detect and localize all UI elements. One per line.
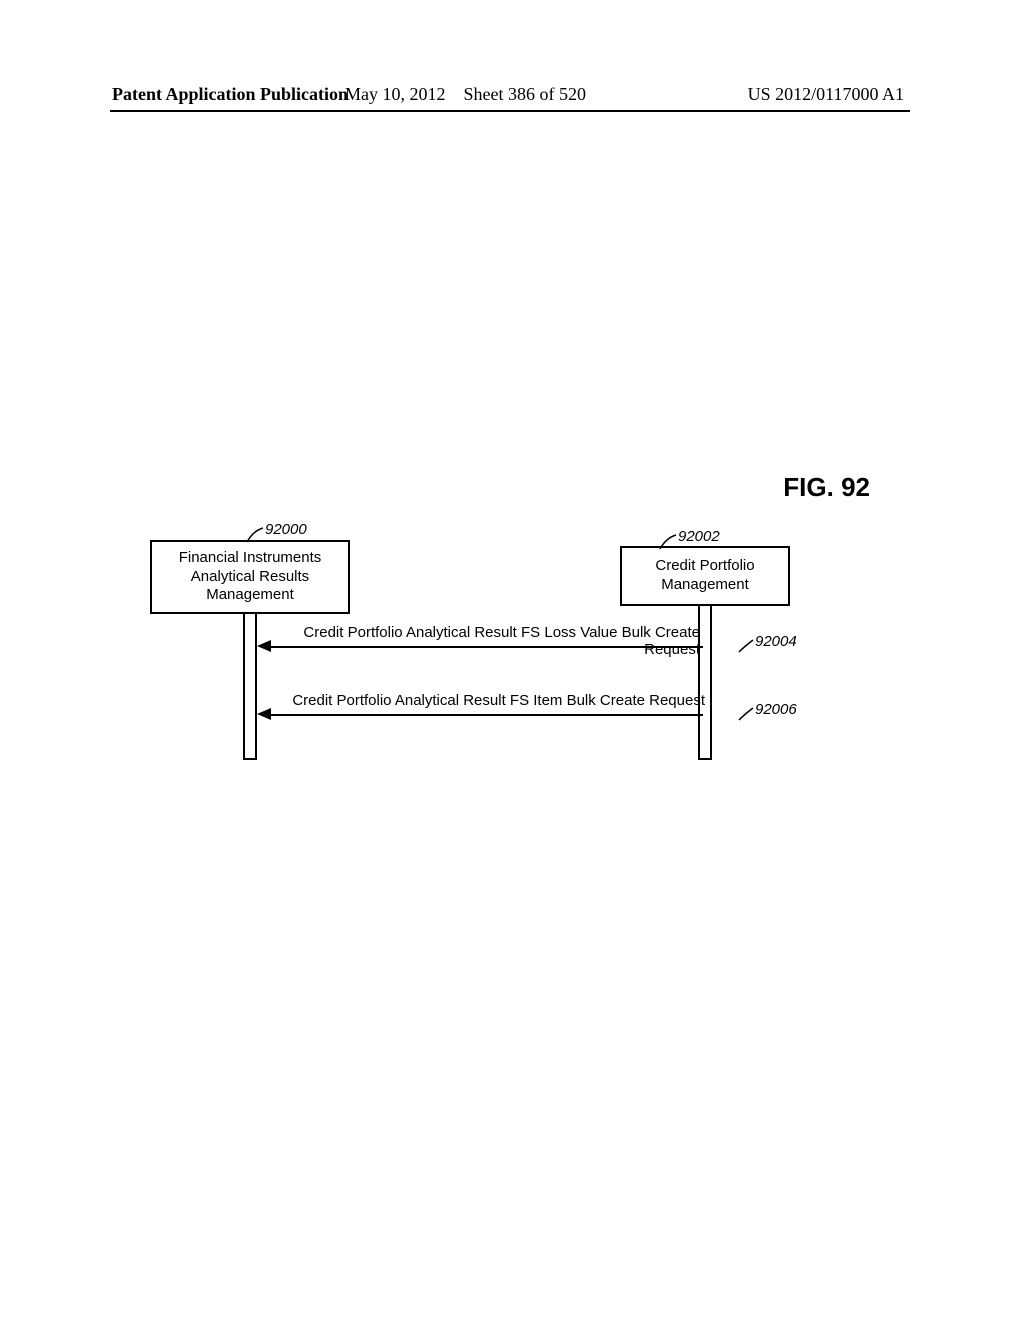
block-left: Financial Instruments Analytical Results… (150, 540, 350, 614)
ref-92002: 92002 (678, 528, 720, 545)
ref-92000-text: 92000 (265, 521, 307, 538)
header-pubno: US 2012/0117000 A1 (748, 84, 904, 105)
header-sheet: Sheet 386 of 520 (464, 84, 586, 104)
page: Patent Application Publication May 10, 2… (0, 0, 1024, 1320)
ref-92004: 92004 (755, 633, 797, 650)
leader-line-icon (737, 704, 755, 722)
message-1-arrow-head-icon (257, 640, 271, 652)
message-2-label: Credit Portfolio Analytical Result FS It… (285, 692, 705, 709)
ref-92006-text: 92006 (755, 701, 797, 718)
leader-line-icon (737, 636, 755, 654)
block-left-label: Financial Instruments Analytical Results… (179, 549, 322, 605)
leader-line-icon (243, 526, 265, 544)
figure-title: FIG. 92 (783, 472, 870, 503)
ref-92006: 92006 (755, 701, 797, 718)
page-header: Patent Application Publication May 10, 2… (0, 84, 1024, 105)
lifeline-right (698, 604, 712, 760)
message-2-arrow-line (265, 714, 703, 716)
header-publication: Patent Application Publication (112, 84, 348, 105)
message-1-arrow-line (265, 646, 703, 648)
message-1-label: Credit Portfolio Analytical Result FS Lo… (280, 624, 700, 658)
header-rule (110, 110, 910, 112)
ref-92002-text: 92002 (678, 528, 720, 545)
ref-92004-text: 92004 (755, 633, 797, 650)
message-2-arrow-head-icon (257, 708, 271, 720)
header-center: May 10, 2012 Sheet 386 of 520 (345, 84, 592, 105)
block-right: Credit Portfolio Management (620, 546, 790, 606)
leader-line-icon (656, 533, 678, 551)
lifeline-left (243, 612, 257, 760)
header-date: May 10, 2012 (345, 84, 446, 104)
sequence-diagram: Financial Instruments Analytical Results… (120, 526, 910, 826)
block-right-label: Credit Portfolio Management (655, 557, 754, 595)
ref-92000: 92000 (265, 521, 307, 538)
